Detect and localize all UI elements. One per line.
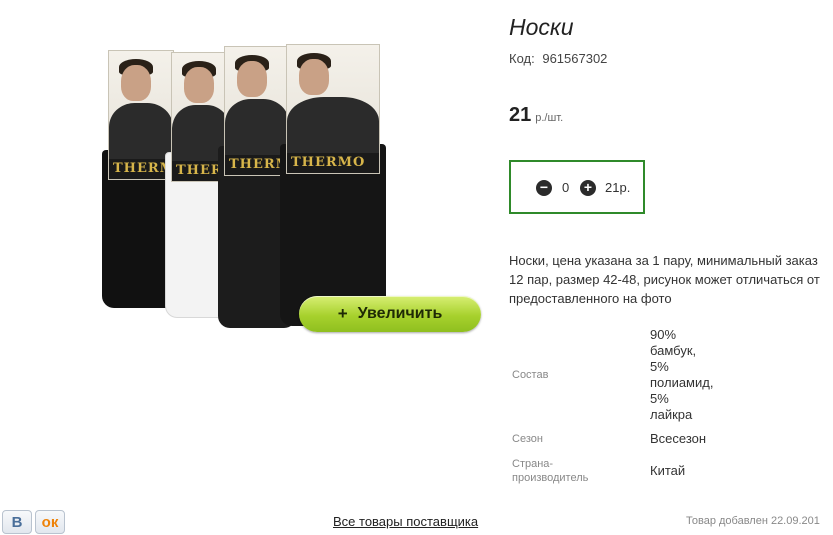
- quantity-value[interactable]: 0: [562, 180, 569, 195]
- property-row: Страна- производитель Китай: [509, 454, 829, 488]
- property-value: Всесезон: [650, 431, 707, 446]
- product-code-label: Код:: [509, 51, 535, 66]
- property-key: Страна- производитель: [512, 458, 589, 484]
- quantity-total: 21р.: [605, 180, 631, 195]
- product-price: 21 р./шт.: [509, 104, 563, 127]
- all-supplier-products-link[interactable]: Все товары поставщика: [333, 514, 478, 529]
- product-photo[interactable]: THERMO THERMO THERMO THERMO: [100, 40, 395, 330]
- plus-icon: +: [337, 304, 348, 323]
- pack-brand-label: THERMO: [287, 153, 379, 173]
- price-value: 21: [509, 104, 532, 126]
- property-value: 90% бамбук, 5% полиамид, 5% лайкра: [650, 327, 714, 422]
- product-code: Код: 961567302: [509, 51, 607, 66]
- odnoklassniki-icon: ок: [41, 513, 59, 531]
- sock-pack-4: THERMO: [280, 44, 386, 326]
- quantity-stepper: − 0 + 21р.: [509, 160, 645, 214]
- vk-icon: В: [11, 513, 23, 531]
- product-code-value: 961567302: [542, 51, 608, 66]
- minus-circle-icon[interactable]: −: [536, 180, 552, 196]
- properties-table: Состав 90% бамбук, 5% полиамид, 5% лайкр…: [509, 326, 829, 488]
- property-key: Сезон: [512, 433, 543, 445]
- property-row: Состав 90% бамбук, 5% полиамид, 5% лайкр…: [509, 326, 829, 424]
- property-row: Сезон Всесезон: [509, 424, 829, 454]
- property-value: Китай: [650, 463, 686, 478]
- zoom-button[interactable]: + Увеличить: [299, 296, 481, 332]
- plus-circle-icon[interactable]: +: [580, 180, 596, 196]
- property-key: Состав: [512, 369, 549, 381]
- added-date: Товар добавлен 22.09.201: [686, 515, 820, 527]
- price-unit: р./шт.: [535, 112, 564, 124]
- social-buttons: В ок: [2, 510, 65, 534]
- vk-share-button[interactable]: В: [2, 510, 32, 534]
- odnoklassniki-share-button[interactable]: ок: [35, 510, 65, 534]
- product-title: Носки: [509, 14, 574, 40]
- zoom-button-label: Увеличить: [357, 305, 443, 322]
- product-description: Носки, цена указана за 1 пару, минимальн…: [509, 253, 820, 306]
- pack-brand-label: THERMO: [109, 159, 173, 179]
